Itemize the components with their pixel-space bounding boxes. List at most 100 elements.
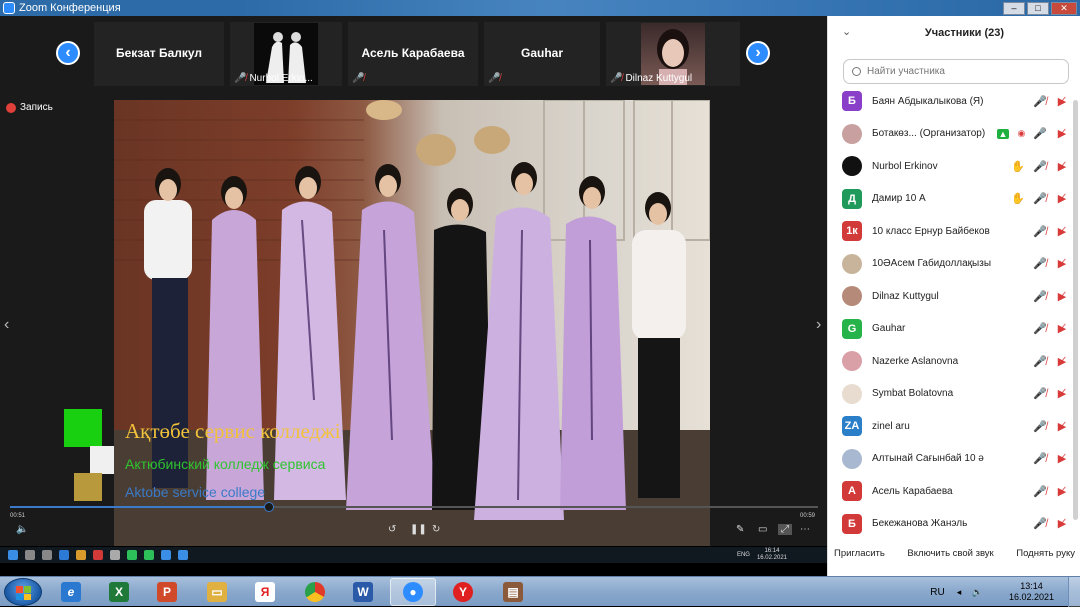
- taskbar-excel[interactable]: X: [96, 578, 142, 606]
- taskbar-chrome[interactable]: [292, 578, 338, 606]
- camera-off-icon[interactable]: ▶̸: [1055, 257, 1069, 270]
- participant-row[interactable]: Nazerke Aslanovna 🎤̸ ▶̸: [828, 345, 1080, 378]
- clock[interactable]: 13:14 16.02.2021: [1009, 581, 1054, 603]
- participant-row[interactable]: А Асель Карабаева 🎤̸ ▶̸: [828, 475, 1080, 508]
- inner-date: 16.02.2021: [756, 555, 787, 561]
- pause-icon[interactable]: ❚❚: [410, 524, 427, 535]
- participant-row[interactable]: 10ӘАсем Габидоллақызы 🎤̸ ▶̸: [828, 248, 1080, 281]
- mic-off-icon[interactable]: 🎤̸: [1033, 355, 1047, 368]
- participant-row[interactable]: Б Бекежанова Жанэль 🎤̸ ▶̸: [828, 508, 1080, 541]
- raised-hand-icon[interactable]: ✋: [1011, 192, 1025, 205]
- gallery-next-button[interactable]: ›: [746, 41, 770, 65]
- mic-off-icon[interactable]: 🎤̸: [1033, 290, 1047, 303]
- record-icon[interactable]: ◉: [1017, 128, 1025, 139]
- camera-off-icon[interactable]: ▶̸: [1055, 355, 1069, 368]
- taskbar-zoom[interactable]: ●: [390, 578, 436, 606]
- video-tile[interactable]: Бекзат Балкул: [94, 22, 224, 86]
- taskbar-explorer[interactable]: ▭: [194, 578, 240, 606]
- taskbar-yandex[interactable]: Y: [440, 578, 486, 606]
- mic-off-icon[interactable]: 🎤̸: [1033, 225, 1047, 238]
- time-elapsed: 00:51: [10, 513, 26, 519]
- forward-icon[interactable]: ↻: [432, 524, 440, 535]
- mic-off-icon[interactable]: 🎤̸: [1033, 95, 1047, 108]
- raised-hand-icon[interactable]: ✋: [1011, 160, 1025, 173]
- fullscreen-icon[interactable]: ⤢: [778, 524, 792, 535]
- progress-knob[interactable]: [263, 502, 274, 512]
- participant-row[interactable]: Ботакөз... (Организатор) ▲ ◉ 🎤 ▶̸: [828, 118, 1080, 151]
- camera-off-icon[interactable]: ▶̸: [1055, 290, 1069, 303]
- gallery-prev-button[interactable]: ‹: [56, 41, 80, 65]
- camera-off-icon[interactable]: ▶̸: [1055, 160, 1069, 173]
- camera-off-icon[interactable]: ▶̸: [1055, 387, 1069, 400]
- taskbar-winrar[interactable]: ▤: [490, 578, 536, 606]
- raise-hand-button[interactable]: Поднять руку: [1016, 548, 1075, 559]
- share-screen-icon[interactable]: ▲: [996, 128, 1010, 139]
- word-icon: W: [353, 582, 373, 602]
- camera-off-icon[interactable]: ▶̸: [1055, 127, 1069, 140]
- recording-indicator[interactable]: Запись: [6, 102, 53, 113]
- taskbar-ie[interactable]: e: [48, 578, 94, 606]
- participant-row[interactable]: Алтынай Сағынбай 10 ә 🎤̸ ▶̸: [828, 443, 1080, 476]
- mic-off-icon[interactable]: 🎤̸: [1033, 322, 1047, 335]
- avatar: ZA: [842, 416, 862, 437]
- tray-icons[interactable]: ◂ 🔈: [957, 587, 987, 598]
- taskbar-powerpoint[interactable]: P: [144, 578, 190, 606]
- video-progress-bar[interactable]: [10, 502, 818, 512]
- screen-icon[interactable]: ▭: [758, 524, 767, 535]
- participant-name: Ботакөз... (Организатор): [872, 128, 986, 140]
- video-tile[interactable]: 🎤̸ Dilnaz Kuttygul: [606, 22, 740, 86]
- taskbar-word[interactable]: W: [340, 578, 386, 606]
- participant-row[interactable]: ZA zinel aru 🎤̸ ▶̸: [828, 410, 1080, 443]
- camera-off-icon[interactable]: ▶̸: [1055, 225, 1069, 238]
- participant-row[interactable]: Nurbol Erkinov ✋ 🎤̸ ▶̸: [828, 150, 1080, 183]
- gallery-strip: ‹ Бекзат Балкул 🎤̸ Nurbol Erkin... Асель …: [0, 16, 827, 92]
- unmute-button[interactable]: Включить свой звук: [907, 548, 993, 559]
- pen-icon[interactable]: ✎: [736, 524, 744, 535]
- mic-off-icon[interactable]: 🎤̸: [1033, 160, 1047, 173]
- minimize-button[interactable]: –: [1003, 1, 1025, 15]
- mic-off-icon[interactable]: 🎤̸: [1033, 452, 1047, 465]
- participant-row[interactable]: Д Дамир 10 А ✋ 🎤̸ ▶̸: [828, 183, 1080, 216]
- camera-off-icon[interactable]: ▶̸: [1055, 452, 1069, 465]
- close-button[interactable]: ✕: [1051, 1, 1077, 15]
- participant-row[interactable]: Б Баян Абдыкалыкова (Я) 🎤̸ ▶̸: [828, 85, 1080, 118]
- start-button[interactable]: [4, 578, 42, 606]
- participant-row[interactable]: Dilnaz Kuttygul 🎤̸ ▶̸: [828, 280, 1080, 313]
- volume-icon[interactable]: 🔈: [16, 524, 28, 535]
- camera-off-icon[interactable]: ▶̸: [1055, 485, 1069, 498]
- prev-media-icon[interactable]: ‹: [4, 316, 9, 334]
- participant-search[interactable]: [843, 59, 1069, 84]
- yandex-icon: Y: [453, 582, 473, 602]
- taskbar-yandex-browser[interactable]: Я: [242, 578, 288, 606]
- mic-off-icon[interactable]: 🎤̸: [1033, 387, 1047, 400]
- video-tile[interactable]: 🎤̸ Nurbol Erkin...: [230, 22, 342, 86]
- camera-off-icon[interactable]: ▶̸: [1055, 322, 1069, 335]
- language-indicator[interactable]: RU: [930, 587, 944, 598]
- scrollbar[interactable]: [1073, 100, 1078, 520]
- participant-row[interactable]: Symbat Bolatovna 🎤̸ ▶̸: [828, 378, 1080, 411]
- participant-row[interactable]: G Gauhar 🎤̸ ▶̸: [828, 313, 1080, 346]
- show-desktop-button[interactable]: [1068, 577, 1080, 607]
- rewind-icon[interactable]: ↺: [388, 524, 396, 535]
- camera-off-icon[interactable]: ▶̸: [1055, 517, 1069, 530]
- participant-row[interactable]: 1к 10 класс Ернур Байбеков 🎤̸ ▶̸: [828, 215, 1080, 248]
- collapse-chevron-icon[interactable]: ⌄: [842, 25, 851, 38]
- video-tile[interactable]: Gauhar 🎤̸: [484, 22, 600, 86]
- more-icon[interactable]: ⋯: [800, 524, 810, 535]
- mic-off-icon[interactable]: 🎤̸: [1033, 517, 1047, 530]
- search-input[interactable]: [867, 66, 1057, 77]
- mic-off-icon[interactable]: 🎤̸: [1033, 257, 1047, 270]
- camera-off-icon[interactable]: ▶̸: [1055, 420, 1069, 433]
- maximize-button[interactable]: □: [1027, 1, 1049, 15]
- camera-off-icon[interactable]: ▶̸: [1055, 95, 1069, 108]
- mic-off-icon[interactable]: 🎤̸: [1033, 485, 1047, 498]
- invite-button[interactable]: Пригласить: [834, 548, 885, 559]
- mic-off-icon[interactable]: 🎤̸: [1033, 420, 1047, 433]
- folder-icon: ▭: [207, 582, 227, 602]
- next-media-icon[interactable]: ›: [816, 316, 821, 334]
- video-tile[interactable]: Асель Карабаева 🎤̸: [348, 22, 478, 86]
- mic-off-icon[interactable]: 🎤̸: [1033, 192, 1047, 205]
- window-titlebar: Zoom Конференция – □ ✕: [0, 0, 1080, 16]
- camera-off-icon[interactable]: ▶̸: [1055, 192, 1069, 205]
- mic-icon[interactable]: 🎤: [1033, 127, 1047, 140]
